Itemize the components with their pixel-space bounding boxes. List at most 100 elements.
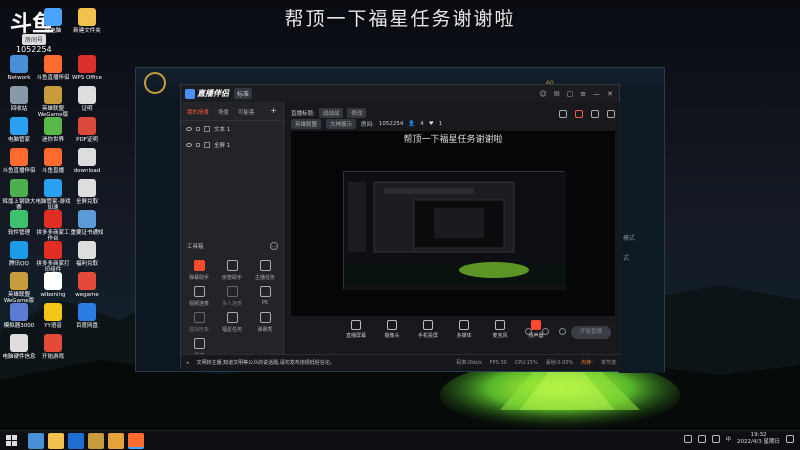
tool-icon bbox=[226, 260, 238, 271]
desktop-icon[interactable]: 迷你世界 bbox=[34, 117, 72, 143]
desktop-icon[interactable]: 福利兑取 bbox=[68, 241, 106, 267]
tool-icon bbox=[193, 338, 205, 349]
close-icon[interactable]: ✕ bbox=[607, 90, 613, 98]
desktop-icon-label: 新建文件夹 bbox=[73, 28, 101, 34]
mic-level-icon[interactable] bbox=[542, 328, 549, 335]
user-icon[interactable]: ☺ bbox=[539, 90, 546, 98]
desktop-icon[interactable]: 斗鱼直播伴侣 bbox=[0, 148, 38, 174]
tool-item[interactable]: 多人连麦 bbox=[216, 286, 248, 307]
lock-icon[interactable] bbox=[196, 127, 200, 131]
menu-icon[interactable]: ≡ bbox=[580, 90, 586, 98]
desktop-icon[interactable]: 斗鱼直播 bbox=[34, 148, 72, 174]
lock-icon[interactable] bbox=[196, 143, 200, 147]
visibility-icon[interactable] bbox=[186, 143, 192, 147]
desktop-icon[interactable]: 开始游戏 bbox=[34, 334, 72, 360]
desktop-icon[interactable]: YY语音 bbox=[34, 303, 72, 329]
message-icon[interactable]: ✉ bbox=[554, 90, 560, 98]
desktop-icon[interactable]: 证明 bbox=[68, 86, 106, 112]
source-tool[interactable]: 麦克风 bbox=[489, 320, 511, 339]
source-tool[interactable]: 多媒体 bbox=[453, 320, 475, 339]
live-preview[interactable]: 帮顶一下福星任务谢谢啦 bbox=[291, 131, 615, 316]
settings-icon[interactable] bbox=[525, 328, 532, 335]
desktop-icon[interactable]: 英雄联盟 WeGame版 bbox=[0, 272, 38, 305]
app-titlebar[interactable]: 直播伴侣 标准 ☺ ✉ ▢ ≡ — ✕ bbox=[181, 85, 619, 102]
start-button[interactable] bbox=[6, 435, 18, 447]
app-logo-icon bbox=[185, 88, 195, 99]
tool-item[interactable]: 福星任务 bbox=[216, 312, 248, 333]
record-icon[interactable] bbox=[575, 110, 583, 118]
taskbar-app-icon[interactable] bbox=[108, 433, 124, 449]
scene-item[interactable]: 全屏 1 bbox=[181, 137, 283, 153]
desktop-icon[interactable]: 拼多多商家打印组件 bbox=[34, 241, 72, 274]
category-game[interactable]: 英雄联盟 bbox=[291, 119, 322, 129]
tray-app-icon[interactable] bbox=[683, 434, 692, 443]
app-logo: 直播伴侣 bbox=[185, 88, 229, 99]
desktop-icon[interactable]: PDF证明 bbox=[68, 117, 106, 143]
desktop-icon[interactable]: 全屏兑取 bbox=[68, 179, 106, 205]
desktop-icon[interactable]: 腾讯QQ bbox=[0, 241, 38, 267]
desktop-icon[interactable]: 回收站 bbox=[0, 86, 38, 112]
tab-scenes[interactable]: 场景 bbox=[218, 108, 229, 116]
desktop-icon[interactable]: 软件管理 bbox=[0, 210, 38, 236]
tool-item[interactable]: 虚拟形象 bbox=[183, 312, 215, 333]
desktop-icon[interactable]: Network bbox=[0, 55, 38, 81]
tab-guests[interactable]: 可能客 bbox=[238, 108, 255, 116]
clock[interactable]: 19:32 2022/4/3 星期日 bbox=[737, 432, 780, 445]
more-tools-icon[interactable]: … bbox=[270, 242, 278, 250]
add-scene-icon[interactable]: + bbox=[270, 107, 277, 116]
scene-item[interactable]: 文本 1 bbox=[181, 121, 283, 137]
taskbar-app-icon[interactable] bbox=[28, 433, 44, 449]
desktop-icon[interactable]: 英雄联盟 WeGame版 bbox=[34, 86, 72, 119]
source-tool[interactable]: 直播屏幕 bbox=[345, 320, 367, 339]
lol-side-label-2: 式 bbox=[623, 255, 630, 262]
share-icon[interactable] bbox=[607, 110, 615, 118]
source-tool[interactable]: 手机投屏 bbox=[417, 320, 439, 339]
source-tool[interactable]: 摄像头 bbox=[381, 320, 403, 339]
pin-icon[interactable] bbox=[559, 110, 567, 118]
taskbar-app-icon[interactable] bbox=[48, 433, 64, 449]
visibility-icon[interactable] bbox=[186, 127, 192, 131]
tab-my-scenes[interactable]: 我的场景 bbox=[187, 108, 209, 116]
desktop-icon[interactable]: wlbening bbox=[34, 272, 72, 298]
ime-indicator[interactable]: 中 bbox=[726, 435, 732, 443]
taskbar-app-icon[interactable] bbox=[88, 433, 104, 449]
tool-item[interactable]: PK bbox=[249, 286, 281, 306]
notification-icon[interactable] bbox=[786, 434, 794, 443]
desktop-icon[interactable]: 新建文件夹 bbox=[68, 8, 106, 34]
streaming-app-window[interactable]: 直播伴侣 标准 ☺ ✉ ▢ ≡ — ✕ 我的场景 场景 可能客 + 文本 1 全… bbox=[180, 84, 621, 370]
desktop-icon[interactable]: download bbox=[68, 148, 106, 174]
tool-item[interactable]: 视频连麦 bbox=[183, 286, 215, 307]
volume-icon[interactable] bbox=[711, 434, 720, 443]
screenshot-icon[interactable] bbox=[591, 110, 599, 118]
source-tool-icon bbox=[495, 320, 505, 330]
start-live-button[interactable]: 开始直播 bbox=[571, 326, 611, 339]
tool-item[interactable]: 主播任务 bbox=[249, 260, 281, 281]
desktop-icon[interactable]: WPS Office bbox=[68, 55, 106, 81]
taskbar-app-icon[interactable] bbox=[68, 433, 84, 449]
gear-icon[interactable] bbox=[559, 328, 566, 335]
desktop-icon[interactable]: 电脑硬件信息 bbox=[0, 334, 38, 360]
scene-item-label: 全屏 1 bbox=[214, 143, 231, 149]
desktop-icon[interactable]: 模拟器3000 bbox=[0, 303, 38, 329]
status-bar: ◂ 文明转主播,知道文明等公众的说话题,请勿发布违规低俗言论。 码率:0kb/s… bbox=[181, 354, 621, 370]
desktop-icon[interactable]: wegame bbox=[68, 272, 106, 298]
desktop-icon[interactable]: 电脑管家 bbox=[0, 117, 38, 143]
window-icon[interactable]: ▢ bbox=[567, 90, 574, 98]
lol-logo-icon[interactable] bbox=[144, 72, 166, 94]
category-sub[interactable]: 大神展示 bbox=[326, 119, 357, 129]
edit-title-button[interactable]: 修改 bbox=[347, 108, 367, 118]
desktop-icon[interactable]: 电脑管家-游戏加速 bbox=[34, 179, 72, 212]
desktop-icon[interactable]: 此电脑 bbox=[34, 8, 72, 34]
stream-title-value[interactable]: 战战战 bbox=[318, 108, 344, 118]
network-icon[interactable] bbox=[697, 434, 706, 443]
desktop-icon[interactable]: 辉煌上钢铁大赛 bbox=[0, 179, 38, 212]
desktop-icon[interactable]: 百度网盘 bbox=[68, 303, 106, 329]
tool-item[interactable]: 房管助手 bbox=[216, 260, 248, 281]
tool-item[interactable]: 弹幕助手 bbox=[183, 260, 215, 281]
desktop-icon[interactable]: 斗鱼直播伴侣 bbox=[34, 55, 72, 81]
tool-item[interactable]: 弹幕秀 bbox=[249, 312, 281, 333]
desktop-icon[interactable]: 重要证书通知 bbox=[68, 210, 106, 236]
desktop-icon[interactable]: 拼多多商家工作台 bbox=[34, 210, 72, 243]
taskbar-app-icon[interactable] bbox=[128, 433, 144, 449]
minimize-icon[interactable]: — bbox=[593, 90, 600, 98]
